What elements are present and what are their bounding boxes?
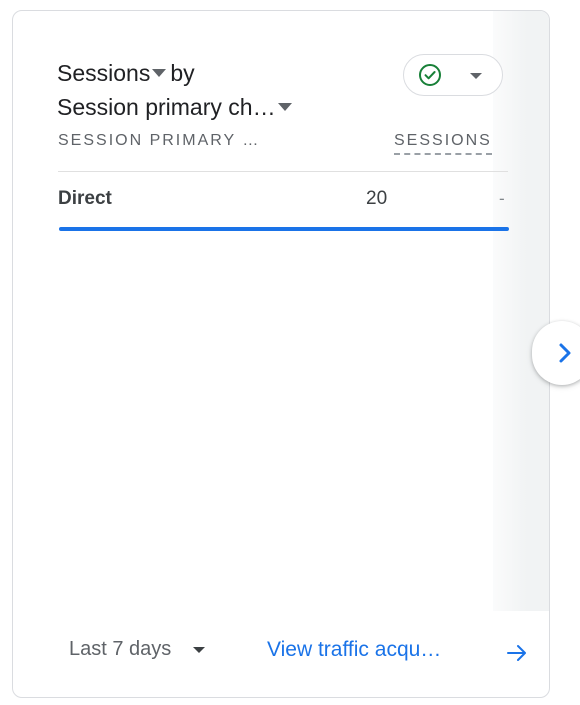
row-bar — [59, 227, 509, 231]
title-by: by — [170, 60, 195, 86]
page: Sessions by Session primary ch… SESSION P… — [0, 0, 580, 705]
view-traffic-acquisition-link[interactable]: View traffic acqu… — [267, 638, 441, 662]
row-label: Direct — [58, 188, 112, 209]
dimension-label: Session primary ch… — [57, 94, 276, 120]
metric-label: Sessions — [57, 60, 151, 86]
next-card-button[interactable] — [532, 321, 580, 385]
dimension-selector[interactable]: Session primary ch… — [57, 94, 296, 120]
chevron-down-icon — [470, 73, 482, 79]
check-circle-icon — [419, 64, 441, 86]
date-range-label: Last 7 days — [69, 638, 172, 660]
row-value: 20 — [366, 188, 388, 209]
row-bar-track — [59, 227, 509, 231]
scroll-fade — [493, 11, 549, 611]
card-title: Sessions by Session primary ch… — [57, 56, 296, 124]
dimension-dropdown-icon[interactable] — [277, 102, 292, 111]
chevron-right-icon — [559, 343, 571, 363]
chevron-down-icon — [193, 646, 206, 653]
row-change: - — [499, 189, 505, 208]
header-divider — [58, 171, 508, 172]
date-range-selector[interactable]: Last 7 days — [69, 638, 206, 661]
report-card: Sessions by Session primary ch… SESSION P… — [12, 10, 550, 698]
dimension-column-header[interactable]: SESSION PRIMARY … — [58, 132, 260, 150]
title-row-dimension: Session primary ch… — [57, 90, 296, 124]
title-row-metric: Sessions by — [57, 56, 296, 90]
metric-dropdown-icon[interactable] — [152, 68, 167, 77]
metric-selector[interactable]: Sessions — [57, 60, 170, 86]
status-dropdown-button[interactable] — [403, 54, 503, 96]
arrow-right-icon[interactable] — [505, 642, 529, 664]
sessions-column-header[interactable]: SESSIONS — [394, 132, 492, 155]
